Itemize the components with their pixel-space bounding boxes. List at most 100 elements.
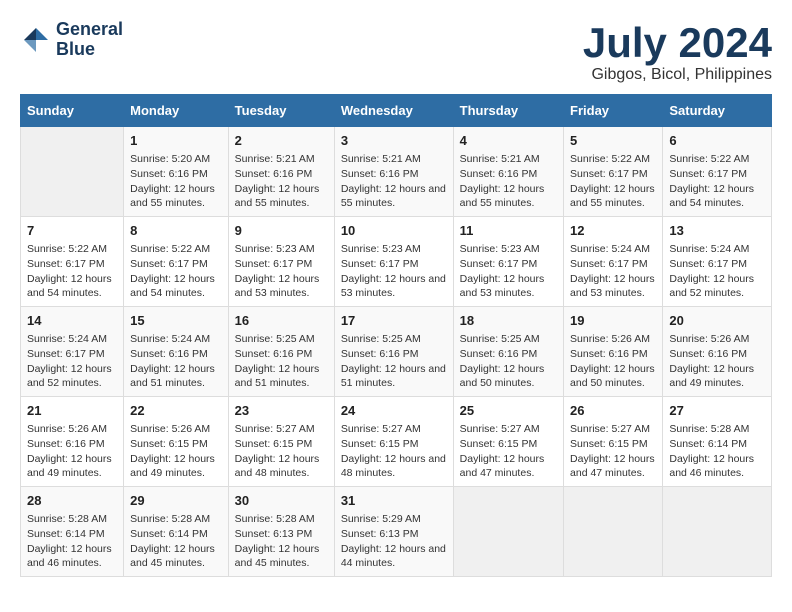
cell-w4-d5 bbox=[564, 486, 663, 576]
day-info: Sunrise: 5:21 AMSunset: 6:16 PMDaylight:… bbox=[341, 152, 447, 211]
cell-w0-d5: 5 Sunrise: 5:22 AMSunset: 6:17 PMDaylight… bbox=[564, 127, 663, 217]
day-number: 16 bbox=[235, 312, 328, 330]
cell-w2-d2: 16 Sunrise: 5:25 AMSunset: 6:16 PMDayligh… bbox=[228, 307, 334, 397]
day-number: 12 bbox=[570, 222, 656, 240]
logo: General Blue bbox=[20, 20, 123, 60]
day-info: Sunrise: 5:20 AMSunset: 6:16 PMDaylight:… bbox=[130, 152, 222, 211]
day-number: 19 bbox=[570, 312, 656, 330]
cell-w4-d3: 31 Sunrise: 5:29 AMSunset: 6:13 PMDayligh… bbox=[334, 486, 453, 576]
logo-text: General Blue bbox=[56, 20, 123, 60]
day-number: 17 bbox=[341, 312, 447, 330]
cell-w4-d6 bbox=[663, 486, 772, 576]
cell-w0-d4: 4 Sunrise: 5:21 AMSunset: 6:16 PMDaylight… bbox=[453, 127, 563, 217]
day-info: Sunrise: 5:28 AMSunset: 6:14 PMDaylight:… bbox=[27, 512, 117, 571]
day-info: Sunrise: 5:24 AMSunset: 6:17 PMDaylight:… bbox=[669, 242, 765, 301]
page-header: General Blue July 2024 Gibgos, Bicol, Ph… bbox=[20, 20, 772, 84]
logo-icon bbox=[20, 24, 52, 56]
cell-w1-d5: 12 Sunrise: 5:24 AMSunset: 6:17 PMDayligh… bbox=[564, 217, 663, 307]
day-number: 11 bbox=[460, 222, 557, 240]
cell-w0-d2: 2 Sunrise: 5:21 AMSunset: 6:16 PMDaylight… bbox=[228, 127, 334, 217]
day-number: 30 bbox=[235, 492, 328, 510]
day-info: Sunrise: 5:26 AMSunset: 6:16 PMDaylight:… bbox=[669, 332, 765, 391]
day-info: Sunrise: 5:29 AMSunset: 6:13 PMDaylight:… bbox=[341, 512, 447, 571]
cell-w1-d2: 9 Sunrise: 5:23 AMSunset: 6:17 PMDaylight… bbox=[228, 217, 334, 307]
day-number: 4 bbox=[460, 132, 557, 150]
subtitle: Gibgos, Bicol, Philippines bbox=[583, 66, 772, 84]
cell-w1-d1: 8 Sunrise: 5:22 AMSunset: 6:17 PMDaylight… bbox=[124, 217, 229, 307]
day-info: Sunrise: 5:22 AMSunset: 6:17 PMDaylight:… bbox=[27, 242, 117, 301]
day-number: 20 bbox=[669, 312, 765, 330]
day-number: 21 bbox=[27, 402, 117, 420]
header-saturday: Saturday bbox=[663, 95, 772, 127]
day-info: Sunrise: 5:26 AMSunset: 6:15 PMDaylight:… bbox=[130, 422, 222, 481]
cell-w0-d3: 3Sunrise: 5:21 AMSunset: 6:16 PMDaylight… bbox=[334, 127, 453, 217]
day-number: 14 bbox=[27, 312, 117, 330]
cell-w1-d4: 11 Sunrise: 5:23 AMSunset: 6:17 PMDayligh… bbox=[453, 217, 563, 307]
header-wednesday: Wednesday bbox=[334, 95, 453, 127]
cell-w3-d6: 27 Sunrise: 5:28 AMSunset: 6:14 PMDayligh… bbox=[663, 397, 772, 487]
day-info: Sunrise: 5:25 AMSunset: 6:16 PMDaylight:… bbox=[460, 332, 557, 391]
day-info: Sunrise: 5:23 AMSunset: 6:17 PMDaylight:… bbox=[460, 242, 557, 301]
cell-w4-d0: 28 Sunrise: 5:28 AMSunset: 6:14 PMDayligh… bbox=[21, 486, 124, 576]
week-row-0: 1 Sunrise: 5:20 AMSunset: 6:16 PMDaylight… bbox=[21, 127, 772, 217]
cell-w2-d1: 15Sunrise: 5:24 AMSunset: 6:16 PMDayligh… bbox=[124, 307, 229, 397]
header-row: Sunday Monday Tuesday Wednesday Thursday… bbox=[21, 95, 772, 127]
day-info: Sunrise: 5:27 AMSunset: 6:15 PMDaylight:… bbox=[341, 422, 447, 481]
day-info: Sunrise: 5:21 AMSunset: 6:16 PMDaylight:… bbox=[235, 152, 328, 211]
day-number: 25 bbox=[460, 402, 557, 420]
cell-w3-d0: 21Sunrise: 5:26 AMSunset: 6:16 PMDayligh… bbox=[21, 397, 124, 487]
cell-w1-d3: 10Sunrise: 5:23 AMSunset: 6:17 PMDayligh… bbox=[334, 217, 453, 307]
day-number: 22 bbox=[130, 402, 222, 420]
day-info: Sunrise: 5:28 AMSunset: 6:14 PMDaylight:… bbox=[669, 422, 765, 481]
header-monday: Monday bbox=[124, 95, 229, 127]
cell-w0-d0 bbox=[21, 127, 124, 217]
day-info: Sunrise: 5:24 AMSunset: 6:17 PMDaylight:… bbox=[570, 242, 656, 301]
cell-w2-d4: 18 Sunrise: 5:25 AMSunset: 6:16 PMDayligh… bbox=[453, 307, 563, 397]
cell-w1-d0: 7 Sunrise: 5:22 AMSunset: 6:17 PMDaylight… bbox=[21, 217, 124, 307]
day-number: 13 bbox=[669, 222, 765, 240]
day-number: 7 bbox=[27, 222, 117, 240]
day-info: Sunrise: 5:22 AMSunset: 6:17 PMDaylight:… bbox=[570, 152, 656, 211]
day-info: Sunrise: 5:27 AMSunset: 6:15 PMDaylight:… bbox=[570, 422, 656, 481]
day-number: 27 bbox=[669, 402, 765, 420]
day-number: 9 bbox=[235, 222, 328, 240]
week-row-3: 21Sunrise: 5:26 AMSunset: 6:16 PMDayligh… bbox=[21, 397, 772, 487]
day-number: 31 bbox=[341, 492, 447, 510]
cell-w3-d4: 25 Sunrise: 5:27 AMSunset: 6:15 PMDayligh… bbox=[453, 397, 563, 487]
day-number: 1 bbox=[130, 132, 222, 150]
cell-w3-d2: 23Sunrise: 5:27 AMSunset: 6:15 PMDayligh… bbox=[228, 397, 334, 487]
title-section: July 2024 Gibgos, Bicol, Philippines bbox=[583, 20, 772, 84]
day-info: Sunrise: 5:26 AMSunset: 6:16 PMDaylight:… bbox=[570, 332, 656, 391]
cell-w4-d2: 30 Sunrise: 5:28 AMSunset: 6:13 PMDayligh… bbox=[228, 486, 334, 576]
day-number: 18 bbox=[460, 312, 557, 330]
cell-w4-d4 bbox=[453, 486, 563, 576]
week-row-1: 7 Sunrise: 5:22 AMSunset: 6:17 PMDaylight… bbox=[21, 217, 772, 307]
day-number: 29 bbox=[130, 492, 222, 510]
day-number: 23 bbox=[235, 402, 328, 420]
day-info: Sunrise: 5:22 AMSunset: 6:17 PMDaylight:… bbox=[130, 242, 222, 301]
day-info: Sunrise: 5:25 AMSunset: 6:16 PMDaylight:… bbox=[235, 332, 328, 391]
cell-w2-d6: 20 Sunrise: 5:26 AMSunset: 6:16 PMDayligh… bbox=[663, 307, 772, 397]
cell-w0-d1: 1 Sunrise: 5:20 AMSunset: 6:16 PMDaylight… bbox=[124, 127, 229, 217]
cell-w2-d3: 17Sunrise: 5:25 AMSunset: 6:16 PMDayligh… bbox=[334, 307, 453, 397]
main-title: July 2024 bbox=[583, 20, 772, 66]
day-info: Sunrise: 5:28 AMSunset: 6:14 PMDaylight:… bbox=[130, 512, 222, 571]
header-friday: Friday bbox=[564, 95, 663, 127]
day-number: 5 bbox=[570, 132, 656, 150]
day-number: 28 bbox=[27, 492, 117, 510]
day-info: Sunrise: 5:21 AMSunset: 6:16 PMDaylight:… bbox=[460, 152, 557, 211]
day-number: 24 bbox=[341, 402, 447, 420]
calendar-header: Sunday Monday Tuesday Wednesday Thursday… bbox=[21, 95, 772, 127]
day-info: Sunrise: 5:22 AMSunset: 6:17 PMDaylight:… bbox=[669, 152, 765, 211]
day-info: Sunrise: 5:24 AMSunset: 6:16 PMDaylight:… bbox=[130, 332, 222, 391]
day-info: Sunrise: 5:27 AMSunset: 6:15 PMDaylight:… bbox=[460, 422, 557, 481]
calendar-table: Sunday Monday Tuesday Wednesday Thursday… bbox=[20, 94, 772, 577]
day-number: 2 bbox=[235, 132, 328, 150]
day-info: Sunrise: 5:23 AMSunset: 6:17 PMDaylight:… bbox=[235, 242, 328, 301]
day-number: 26 bbox=[570, 402, 656, 420]
day-number: 8 bbox=[130, 222, 222, 240]
day-info: Sunrise: 5:23 AMSunset: 6:17 PMDaylight:… bbox=[341, 242, 447, 301]
cell-w0-d6: 6Sunrise: 5:22 AMSunset: 6:17 PMDaylight… bbox=[663, 127, 772, 217]
day-info: Sunrise: 5:28 AMSunset: 6:13 PMDaylight:… bbox=[235, 512, 328, 571]
header-tuesday: Tuesday bbox=[228, 95, 334, 127]
